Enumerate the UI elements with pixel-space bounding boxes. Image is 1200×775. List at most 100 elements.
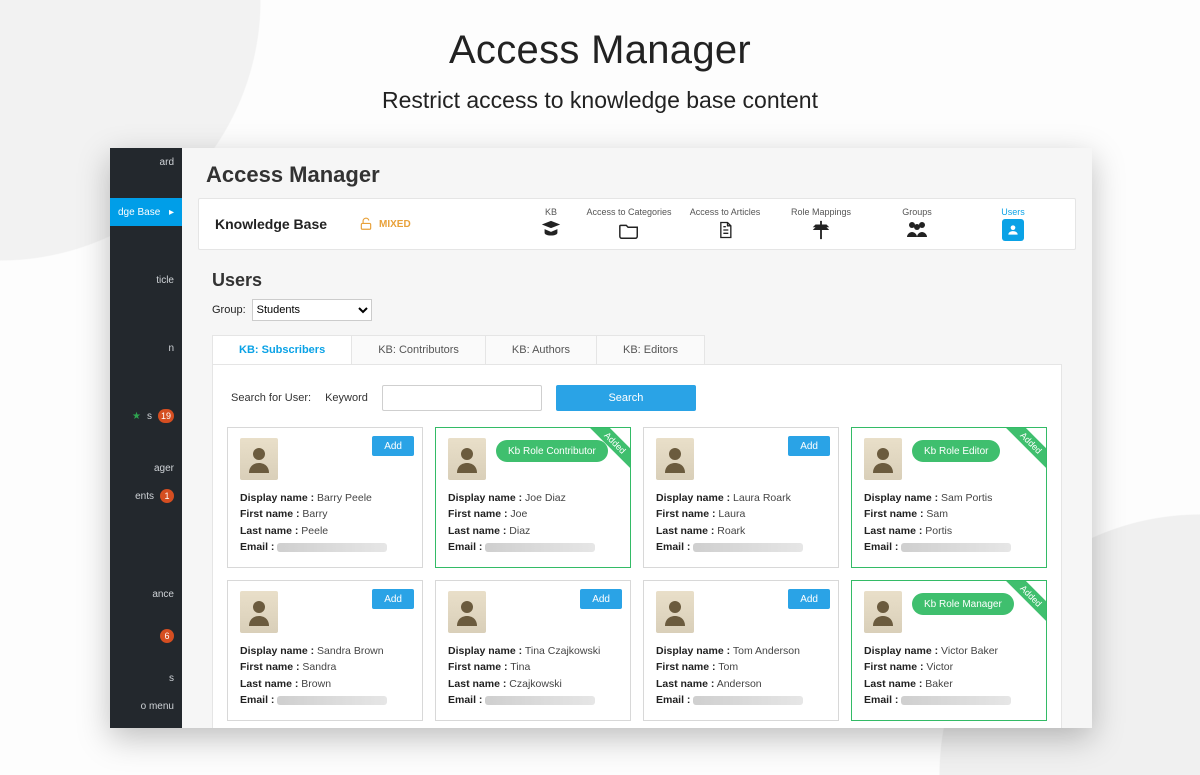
user-card: AddedKb Role ManagerDisplay name : Victo… [851, 580, 1047, 721]
arts-icon [715, 219, 735, 241]
cats-icon [618, 219, 640, 241]
sidebar-item[interactable]: ance [110, 580, 182, 608]
panel-title: Access Manager [182, 148, 1092, 198]
sidebar-item-label: s [147, 411, 152, 422]
avatar [448, 438, 486, 480]
chevron-right-icon: ▸ [169, 207, 174, 218]
user-card: AddedKb Role EditorDisplay name : Sam Po… [851, 427, 1047, 568]
user-meta: Display name : Sandra BrownFirst name : … [240, 643, 410, 708]
user-card: AddedKb Role ContributorDisplay name : J… [435, 427, 631, 568]
sidebar-item[interactable]: ★ s 19 [110, 402, 182, 430]
user-card: Add Display name : Sandra BrownFirst name… [227, 580, 423, 721]
lock-open-icon [359, 217, 373, 231]
sidebar-item-label: s [169, 673, 174, 684]
group-row: Group: Students [212, 299, 1062, 321]
add-button[interactable]: Add [788, 436, 830, 456]
sidebar-item-label: ents [135, 491, 154, 502]
email-redacted [693, 696, 803, 705]
user-meta: Display name : Laura RoarkFirst name : L… [656, 490, 826, 555]
sidebar-item-label: ard [160, 157, 174, 168]
sidebar-item[interactable]: s [110, 664, 182, 692]
role-tabs: KB: SubscribersKB: ContributorsKB: Autho… [212, 335, 705, 364]
admin-sidebar: ard dge Base ▸ ticle n ★ s 19 ager ents1 ance 6 s o m… [110, 148, 182, 728]
sidebar-item[interactable]: dge Base ▸ [110, 198, 182, 226]
page-subtitle: Restrict access to knowledge base conten… [0, 87, 1200, 114]
avatar [864, 438, 902, 480]
sidebar-item-label: ticle [156, 275, 174, 286]
user-card: Add Display name : Barry PeeleFirst name … [227, 427, 423, 568]
email-redacted [693, 543, 803, 552]
toolbar-item-kb[interactable]: KB [523, 207, 579, 241]
user-card: Add Display name : Tom AndersonFirst name… [643, 580, 839, 721]
add-button[interactable]: Add [372, 589, 414, 609]
sidebar-item[interactable]: 6 [110, 622, 182, 650]
email-redacted [485, 543, 595, 552]
toolbar-item-label: KB [545, 207, 557, 217]
sidebar-item[interactable]: o menu [110, 692, 182, 720]
badge: 6 [160, 629, 174, 643]
toolbar-item-groups[interactable]: Groups [871, 207, 963, 241]
search-input[interactable] [382, 385, 542, 411]
toolbar-item-label: Users [1001, 207, 1025, 217]
user-meta: Display name : Victor BakerFirst name : … [864, 643, 1034, 708]
sidebar-item[interactable]: ents1 [110, 482, 182, 510]
tab-kb-contributors[interactable]: KB: Contributors [352, 336, 486, 364]
toolbar-item-label: Role Mappings [791, 207, 851, 217]
add-button[interactable]: Add [580, 589, 622, 609]
sidebar-item-label: ager [154, 463, 174, 474]
toolbar-item-label: Access to Categories [586, 207, 671, 217]
email-redacted [277, 696, 387, 705]
email-redacted [277, 543, 387, 552]
user-meta: Display name : Tom AndersonFirst name : … [656, 643, 826, 708]
star-icon: ★ [132, 411, 141, 422]
user-cards: Add Display name : Barry PeeleFirst name … [227, 427, 1047, 721]
search-bar: Search for User: Keyword Search [231, 385, 1047, 411]
avatar [240, 591, 278, 633]
toolbar-item-arts[interactable]: Access to Articles [679, 207, 771, 241]
toolbar: Knowledge Base MIXED KBAccess to Categor… [198, 198, 1076, 250]
tab-kb-editors[interactable]: KB: Editors [597, 336, 704, 364]
group-select[interactable]: Students [252, 299, 372, 321]
toolbar-item-users[interactable]: Users [967, 207, 1059, 241]
groups-icon [905, 219, 929, 239]
user-meta: Display name : Tina CzajkowskiFirst name… [448, 643, 618, 708]
sidebar-item[interactable]: ard [110, 148, 182, 176]
sidebar-item-label: dge Base [118, 207, 160, 218]
sidebar-item-label: o menu [141, 701, 174, 712]
email-redacted [485, 696, 595, 705]
sidebar-item-label: n [168, 343, 174, 354]
avatar [240, 438, 278, 480]
group-label: Group: [212, 304, 246, 316]
user-meta: Display name : Joe DiazFirst name : JoeL… [448, 490, 618, 555]
page-title: Access Manager [0, 28, 1200, 73]
user-meta: Display name : Barry PeeleFirst name : B… [240, 490, 410, 555]
search-button[interactable]: Search [556, 385, 696, 411]
sidebar-item[interactable]: ticle [110, 266, 182, 294]
email-redacted [901, 543, 1011, 552]
badge: 19 [158, 409, 174, 423]
sidebar-item-label: ance [152, 589, 174, 600]
add-button[interactable]: Add [372, 436, 414, 456]
toolbar-item-roles[interactable]: Role Mappings [775, 207, 867, 241]
sidebar-item[interactable]: n [110, 334, 182, 362]
search-label: Search for User: [231, 392, 311, 404]
add-button[interactable]: Add [788, 589, 830, 609]
sidebar-item[interactable]: ager [110, 454, 182, 482]
users-icon [1002, 219, 1024, 241]
tab-kb-subscribers[interactable]: KB: Subscribers [213, 336, 352, 364]
avatar [864, 591, 902, 633]
avatar [656, 591, 694, 633]
avatar [448, 591, 486, 633]
main-panel: Access Manager Knowledge Base MIXED KBAc… [182, 148, 1092, 728]
tab-kb-authors[interactable]: KB: Authors [486, 336, 597, 364]
screenshot-frame: ard dge Base ▸ ticle n ★ s 19 ager ents1 ance 6 s o m… [110, 148, 1092, 728]
kb-icon [540, 219, 562, 241]
toolbar-item-label: Access to Articles [690, 207, 761, 217]
toolbar-item-cats[interactable]: Access to Categories [583, 207, 675, 241]
role-pill: Kb Role Contributor [496, 440, 608, 462]
users-panel: Search for User: Keyword Search Add Displ… [212, 364, 1062, 728]
mixed-label: MIXED [379, 219, 411, 230]
role-pill: Kb Role Manager [912, 593, 1014, 615]
users-title: Users [212, 270, 1062, 291]
role-pill: Kb Role Editor [912, 440, 1000, 462]
